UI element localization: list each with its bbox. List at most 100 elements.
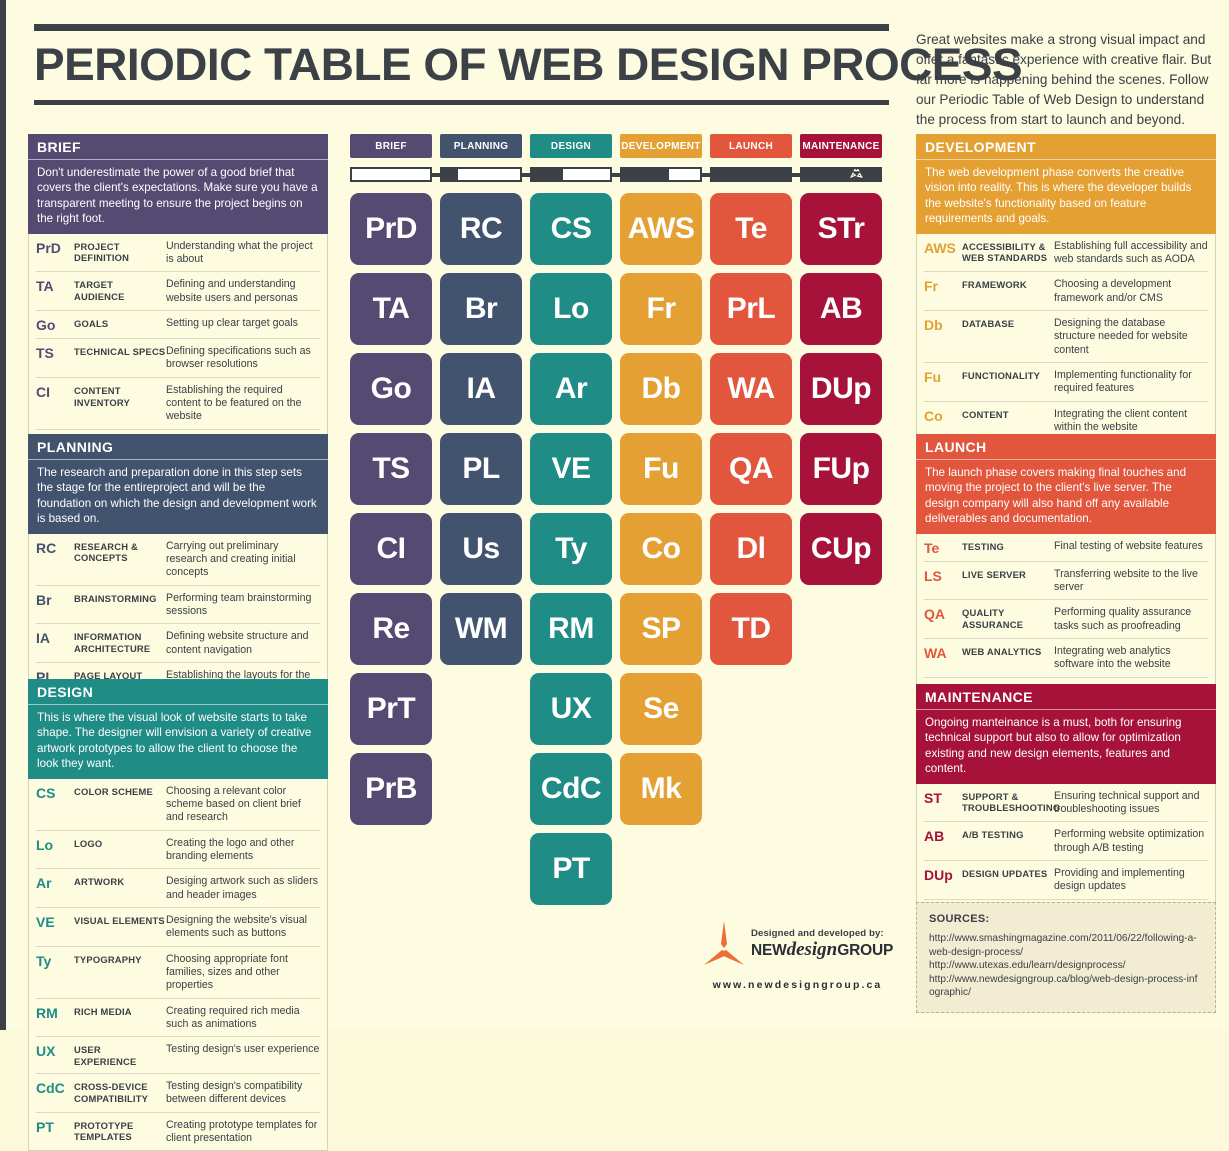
- row-symbol: VE: [36, 914, 55, 931]
- element-tile-ar[interactable]: Ar: [530, 353, 612, 425]
- progress-connector: [432, 172, 440, 177]
- column-header-design[interactable]: DESIGN: [530, 134, 612, 158]
- element-tile-ab[interactable]: AB: [800, 273, 882, 345]
- element-tile-lo[interactable]: Lo: [530, 273, 612, 345]
- table-row: Fu FUNCTIONALITY Implementing functionalit…: [924, 362, 1208, 401]
- table-row: RM RICH MEDIA Creating required rich media…: [36, 997, 320, 1037]
- row-symbol: IA: [36, 630, 50, 647]
- column-header-brief[interactable]: BRIEF: [350, 134, 432, 158]
- progress-connector: [522, 172, 530, 177]
- column-header-planning[interactable]: PLANNING: [440, 134, 522, 158]
- element-tile-empty: [800, 753, 882, 825]
- element-tile-td[interactable]: TD: [710, 593, 792, 665]
- source-url[interactable]: http://www.utexas.edu/learn/designproces…: [929, 959, 1203, 973]
- element-tile-fu[interactable]: Fu: [620, 433, 702, 505]
- row-name: GOALS: [74, 318, 109, 329]
- element-tile-se[interactable]: Se: [620, 673, 702, 745]
- row-name: INFORMATION ARCHITECTURE: [74, 631, 151, 655]
- element-tile-ia[interactable]: IA: [440, 353, 522, 425]
- row-description: Transferring website to the live server: [1054, 567, 1198, 594]
- row-description: Performing website optimization through …: [1054, 828, 1205, 854]
- row-name: QUALITY ASSURANCE: [962, 607, 1024, 631]
- element-tile-qa[interactable]: QA: [710, 433, 792, 505]
- panel-design: DESIGN This is where the visual look of …: [28, 679, 328, 1151]
- element-tile-br[interactable]: Br: [440, 273, 522, 345]
- element-tile-cup[interactable]: CUp: [800, 513, 882, 585]
- element-tile-ts[interactable]: TS: [350, 433, 432, 505]
- element-tile-ta[interactable]: TA: [350, 273, 432, 345]
- progress-connector: [702, 172, 710, 177]
- row-name: SUPPORT & TROUBLESHOOTING: [962, 790, 1061, 814]
- element-tile-ve[interactable]: VE: [530, 433, 612, 505]
- element-tile-fup[interactable]: FUp: [800, 433, 882, 505]
- row-symbol: LS: [924, 567, 942, 584]
- progress-fill: [802, 169, 880, 180]
- progress-segment-maintenance: [800, 167, 882, 182]
- row-symbol: ST: [924, 789, 942, 806]
- credit-website-url[interactable]: www.newdesigngroup.ca: [700, 979, 895, 991]
- column-header-maintenance[interactable]: MAINTENANCE: [800, 134, 882, 158]
- table-row: Lo LOGO Creating the logo and other brandi…: [36, 829, 320, 869]
- element-tile-ux[interactable]: UX: [530, 673, 612, 745]
- element-tile-prb[interactable]: PrB: [350, 753, 432, 825]
- row-description: Creating the logo and other branding ele…: [166, 836, 295, 862]
- column-header-launch[interactable]: LAUNCH: [710, 134, 792, 158]
- element-tile-cdc[interactable]: CdC: [530, 753, 612, 825]
- table-row: QA QUALITY ASSURANCE Performing quality as…: [924, 599, 1208, 638]
- element-tile-pl[interactable]: PL: [440, 433, 522, 505]
- progress-fill: [532, 169, 564, 180]
- row-name: TECHNICAL SPECS: [74, 346, 166, 358]
- row-description: Ensuring technical support and troublesh…: [1054, 789, 1200, 815]
- element-tile-sp[interactable]: SP: [620, 593, 702, 665]
- row-name: BRAINSTORMING: [74, 592, 157, 604]
- element-tile-us[interactable]: Us: [440, 513, 522, 585]
- table-row: PrD PROJECT DEFINITION Understanding what …: [36, 234, 320, 272]
- row-symbol: AWS: [924, 239, 956, 256]
- row-symbol: Ar: [36, 875, 52, 892]
- column-headers: BRIEF PLANNING DESIGN DEVELOPMENT LAUNCH MAIN…: [350, 134, 892, 158]
- row-symbol: UX: [36, 1043, 56, 1060]
- element-tile-ty[interactable]: Ty: [530, 513, 612, 585]
- element-tile-aws[interactable]: AWS: [620, 193, 702, 265]
- table-row: Te TESTING Final testing of website featur…: [924, 534, 1208, 561]
- row-name: TARGET AUDIENCE: [74, 279, 125, 303]
- element-tile-dup[interactable]: DUp: [800, 353, 882, 425]
- element-tile-prl[interactable]: PrL: [710, 273, 792, 345]
- row-symbol: WA: [924, 645, 947, 662]
- element-tile-wm[interactable]: WM: [440, 593, 522, 665]
- element-tile-wa[interactable]: WA: [710, 353, 792, 425]
- element-tile-mk[interactable]: Mk: [620, 753, 702, 825]
- element-tile-dl[interactable]: Dl: [710, 513, 792, 585]
- row-description: Final testing of website features: [1054, 539, 1203, 552]
- element-tile-go[interactable]: Go: [350, 353, 432, 425]
- table-row: CdC CROSS-DEVICE COMPATIBILITY Testing des…: [36, 1072, 320, 1112]
- element-tile-pt[interactable]: PT: [530, 833, 612, 905]
- element-tile-prt[interactable]: PrT: [350, 673, 432, 745]
- table-row: VE VISUAL ELEMENTS Designing the website's…: [36, 907, 320, 946]
- element-tile-co[interactable]: Co: [620, 513, 702, 585]
- progress-fill: [442, 169, 458, 180]
- phase-progress-bar: [350, 167, 892, 182]
- element-tile-db[interactable]: Db: [620, 353, 702, 425]
- element-tile-re[interactable]: Re: [350, 593, 432, 665]
- row-symbol: Br: [36, 591, 52, 608]
- row-symbol: RC: [36, 539, 57, 556]
- element-tile-rc[interactable]: RC: [440, 193, 522, 265]
- element-tile-prd[interactable]: PrD: [350, 193, 432, 265]
- element-tile-ci[interactable]: CI: [350, 513, 432, 585]
- row-name: RICH MEDIA: [74, 1005, 132, 1017]
- table-row: Br BRAINSTORMING Performing team brainstor…: [36, 584, 320, 624]
- element-tile-cs[interactable]: CS: [530, 193, 612, 265]
- element-tile-te[interactable]: Te: [710, 193, 792, 265]
- column-header-development[interactable]: DEVELOPMENT: [620, 134, 702, 158]
- table-row: ST SUPPORT & TROUBLESHOOTING Ensuring tech…: [924, 784, 1208, 822]
- row-name: TESTING: [962, 540, 1005, 552]
- source-url[interactable]: http://www.newdesigngroup.ca/blog/web-de…: [929, 973, 1203, 1000]
- progress-connector: [612, 172, 620, 177]
- element-tile-rm[interactable]: RM: [530, 593, 612, 665]
- source-url[interactable]: http://www.smashingmagazine.com/2011/06/…: [929, 932, 1203, 959]
- row-description: Defining website structure and content n…: [166, 630, 309, 656]
- infographic-poster: PERIODIC TABLE OF WEB DESIGN PROCESS Gre…: [0, 0, 1229, 1151]
- element-tile-str[interactable]: STr: [800, 193, 882, 265]
- element-tile-fr[interactable]: Fr: [620, 273, 702, 345]
